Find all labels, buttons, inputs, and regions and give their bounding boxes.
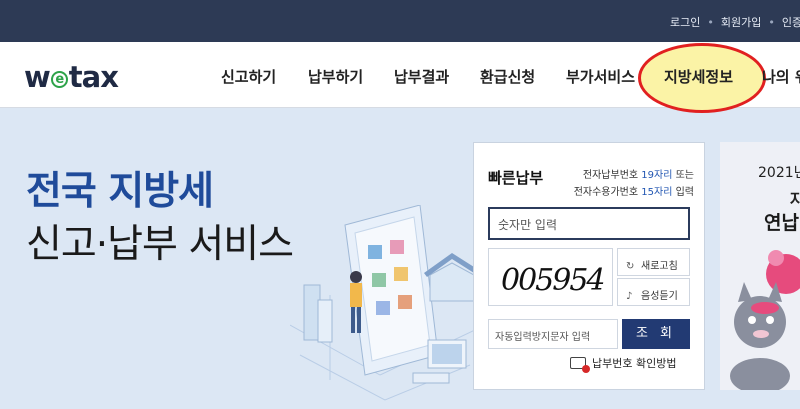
building-left-icon (303, 284, 333, 343)
quick-pay-help: 전자납부번호 19자리 또는 전자수용가번호 15자리 입력 (562, 167, 694, 201)
menu-report[interactable]: 신고하기 (221, 66, 276, 87)
hero-title: 전국 지방세 (26, 169, 214, 214)
quick-pay-title: 빠른납부 (488, 169, 544, 187)
top-bar: 로그인 • 회원가입 • 인증 (0, 0, 800, 42)
login-link[interactable]: 로그인 (670, 14, 700, 30)
help-text: 입력 (675, 187, 694, 198)
top-links: 로그인 • 회원가입 • 인증 (670, 14, 800, 30)
house-icon (424, 253, 475, 302)
signup-link[interactable]: 회원가입 (721, 14, 761, 30)
howto-link[interactable]: 납부번호 확인방법 (570, 355, 677, 373)
menu-local-tax-info[interactable]: 지방세정보 (664, 66, 733, 87)
promo-line: 자 (790, 190, 800, 209)
city-tablet-illustration (290, 205, 475, 401)
payment-number-input[interactable]: 숫자만 입력 (488, 207, 690, 240)
howto-label: 납부번호 확인방법 (592, 357, 677, 370)
logo-text-w: w (24, 60, 51, 94)
captcha-refresh-button[interactable]: ↻ 새로고침 (617, 248, 690, 276)
menu-pay[interactable]: 납부하기 (308, 66, 363, 87)
refresh-label: 새로고침 (641, 261, 678, 272)
cat-mascot-icon (730, 250, 800, 390)
wetax-logo[interactable]: w e tax (24, 60, 119, 94)
help-text: 전자납부번호 (582, 170, 639, 181)
captcha-image: 005954 (488, 248, 613, 306)
notice-icon (570, 357, 590, 373)
promo-year: 2021년 (758, 165, 800, 181)
menu-refund[interactable]: 환급신청 (480, 66, 535, 87)
help-text: 전자수용가번호 (573, 187, 639, 198)
lookup-button[interactable]: 조 회 (622, 319, 690, 349)
certificate-link[interactable]: 인증 (782, 14, 800, 30)
menu-pay-result[interactable]: 납부결과 (394, 66, 449, 87)
audio-label: 음성듣기 (641, 291, 678, 302)
separator-dot: • (768, 16, 775, 29)
help-text: 또는 (675, 170, 694, 181)
person-icon (350, 271, 362, 333)
microphone-icon: ♪ (626, 291, 633, 302)
captcha-audio-button[interactable]: ♪ 음성듣기 (617, 278, 690, 306)
refresh-icon: ↻ (626, 261, 635, 272)
menu-my[interactable]: 나의 위 (762, 66, 800, 87)
bottom-strip (720, 390, 800, 409)
menu-extra-services[interactable]: 부가서비스 (566, 66, 635, 87)
promo-banner[interactable]: 2021년 자 연납 (720, 142, 800, 390)
logo-e-mark: e (50, 71, 68, 88)
hero-subtitle: 신고·납부 서비스 (26, 222, 294, 267)
help-number-15: 15자리 (641, 187, 673, 198)
logo-text-tax: tax (68, 60, 119, 94)
captcha-text: 005954 (501, 263, 606, 298)
captcha-input[interactable]: 자동입력방지문자 입력 (488, 319, 618, 349)
separator-dot: • (707, 16, 714, 29)
quick-pay-panel: 빠른납부 전자납부번호 19자리 또는 전자수용가번호 15자리 입력 숫자만 … (473, 142, 705, 390)
promo-title: 연납 (764, 212, 799, 234)
help-number-19: 19자리 (641, 170, 673, 181)
